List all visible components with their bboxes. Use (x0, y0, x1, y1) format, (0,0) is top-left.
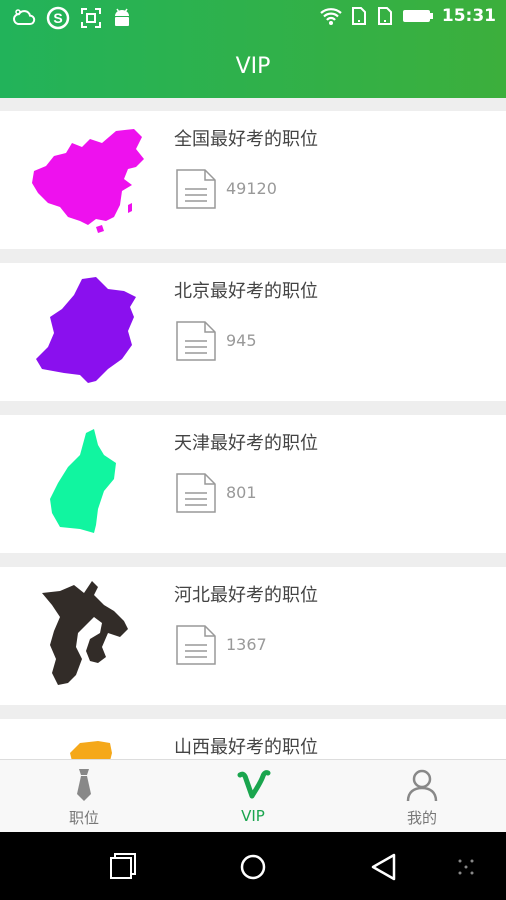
status-time: 15:31 (441, 6, 496, 26)
card-title: 河北最好考的职位 (174, 585, 318, 606)
app-bar: VIP (0, 36, 506, 98)
sogou-icon: S (46, 6, 70, 30)
folder-doc-icon (176, 169, 216, 209)
hebei-map (42, 581, 128, 685)
status-left-icons: S (12, 6, 132, 30)
scan-icon (81, 8, 101, 28)
tianjin-map (50, 429, 116, 533)
vip-v-icon (237, 770, 271, 799)
more-dots-icon[interactable] (446, 850, 486, 884)
weather-icon (13, 9, 36, 25)
list-item-shanxi[interactable]: 山西最好考的职位 (0, 719, 506, 759)
tab-label: VIP (241, 807, 265, 825)
list-item-hebei[interactable]: 河北最好考的职位 1367 (0, 567, 506, 705)
status-right-icons: 15:31 (320, 6, 496, 26)
status-bar: S 15:31 (0, 0, 506, 36)
tab-label: 职位 (68, 809, 99, 827)
folder-doc-icon (176, 625, 216, 665)
home-icon[interactable] (233, 850, 273, 884)
list-item-beijing[interactable]: 北京最好考的职位 945 (0, 263, 506, 401)
card-title: 全国最好考的职位 (174, 129, 318, 150)
position-count: 49120 (226, 179, 277, 198)
android-icon (115, 8, 129, 26)
card-title: 天津最好考的职位 (174, 433, 318, 454)
page-title: VIP (235, 54, 271, 79)
tab-label: 我的 (406, 809, 437, 827)
folder-doc-icon (176, 321, 216, 361)
position-count: 801 (226, 483, 257, 502)
recent-apps-icon[interactable] (102, 850, 142, 884)
bottom-tab-bar: 职位 VIP 我的 (0, 759, 506, 833)
back-icon[interactable] (364, 850, 404, 884)
position-count: 945 (226, 331, 257, 350)
shanxi-map (70, 741, 112, 759)
beijing-map (36, 277, 136, 383)
sim2-icon (377, 7, 392, 25)
card-title: 北京最好考的职位 (174, 281, 318, 302)
tie-icon (77, 769, 91, 801)
list-item-tianjin[interactable]: 天津最好考的职位 801 (0, 415, 506, 553)
china-map (32, 129, 144, 233)
battery-icon (402, 10, 433, 22)
wifi-icon (320, 8, 342, 25)
position-list[interactable]: 全国最好考的职位 49120 北京最好考的职位 945 天津最好考的职位 801… (0, 98, 506, 759)
svg-text:S: S (53, 10, 62, 26)
position-count: 1367 (226, 635, 267, 654)
tab-mine[interactable]: 我的 (338, 760, 506, 833)
person-icon (406, 769, 438, 802)
tab-vip[interactable]: VIP (169, 760, 337, 833)
sim1-icon (351, 7, 366, 25)
list-item-national[interactable]: 全国最好考的职位 49120 (0, 111, 506, 249)
tab-positions[interactable]: 职位 (0, 760, 168, 833)
system-nav-bar (0, 832, 506, 900)
folder-doc-icon (176, 473, 216, 513)
card-title: 山西最好考的职位 (174, 737, 318, 758)
